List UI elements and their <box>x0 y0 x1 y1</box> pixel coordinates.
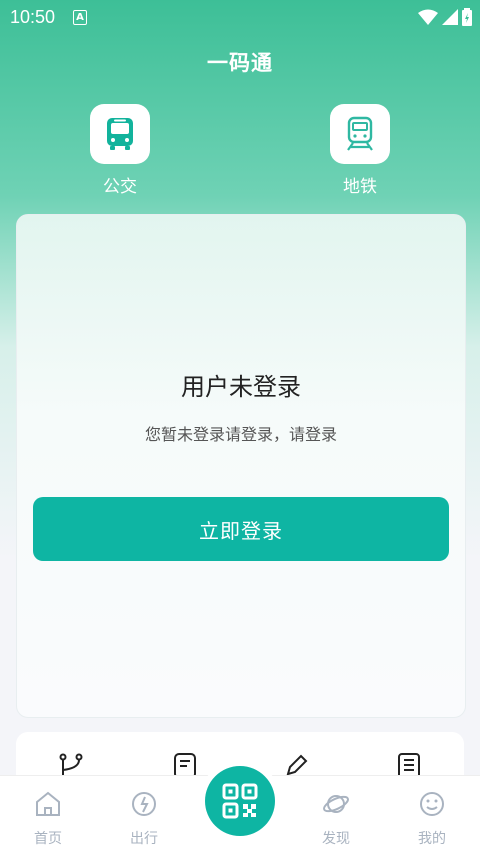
tab-label: 出行 <box>130 831 158 847</box>
tab-label: 我的 <box>418 831 446 847</box>
battery-icon <box>462 8 472 26</box>
tab-label: 发现 <box>322 831 350 847</box>
notification-badge-icon: A <box>73 10 87 25</box>
tab-travel[interactable]: 出行 <box>114 790 174 848</box>
login-card: 用户未登录 您暂未登录请登录，请登录 立即登录 <box>16 214 466 718</box>
login-button[interactable]: 立即登录 <box>33 497 449 561</box>
login-status-heading: 用户未登录 <box>181 373 301 401</box>
qr-code-icon <box>222 783 258 819</box>
home-icon <box>36 791 60 816</box>
transit-mode-bus[interactable]: 公交 <box>90 104 150 197</box>
wifi-icon <box>418 9 438 25</box>
travel-icon <box>132 792 156 816</box>
metro-icon <box>347 116 373 151</box>
tab-discover[interactable]: 发现 <box>306 790 366 848</box>
bus-icon <box>107 118 133 150</box>
status-time: 10:50 <box>10 7 56 27</box>
login-prompt-text: 您暂未登录请登录，请登录 <box>144 425 337 444</box>
status-bar: 10:50 A <box>0 0 480 34</box>
tab-mine[interactable]: 我的 <box>402 790 462 848</box>
tab-home[interactable]: 首页 <box>18 790 78 848</box>
transit-mode-metro[interactable]: 地铁 <box>330 104 390 197</box>
signal-icon <box>442 9 458 25</box>
transit-mode-label: 公交 <box>103 177 137 197</box>
tab-label: 首页 <box>34 831 62 847</box>
page-title: 一码通 <box>207 51 273 75</box>
planet-icon <box>323 795 349 813</box>
smile-icon <box>420 792 444 816</box>
transit-mode-label: 地铁 <box>343 177 377 197</box>
qr-code-button[interactable] <box>205 766 275 836</box>
